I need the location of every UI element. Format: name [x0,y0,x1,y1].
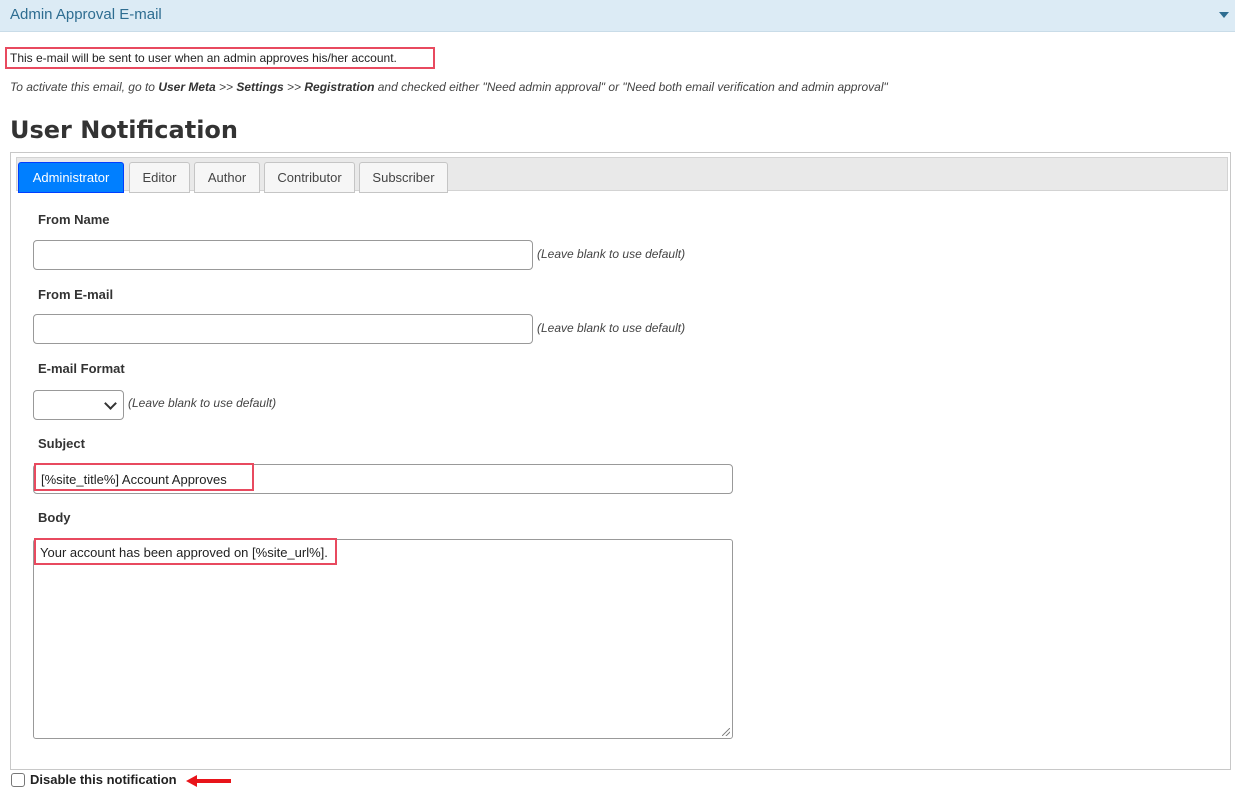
tab-editor[interactable]: Editor [129,162,190,193]
role-tab-bar: Administrator Editor Author Contributor … [16,157,1228,193]
tab-subscriber[interactable]: Subscriber [359,162,448,193]
email-format-label: E-mail Format [38,361,125,376]
from-name-input[interactable] [33,240,533,270]
hint-step-registration: Registration [304,80,375,94]
resize-grip-icon[interactable] [722,728,730,736]
subject-highlight-box [34,463,254,491]
hint-separator: >> [283,80,305,94]
intro-highlight-box [5,47,435,69]
email-format-help: (Leave blank to use default) [128,396,277,410]
from-email-label: From E-mail [38,287,114,302]
from-name-help: (Leave blank to use default) [537,247,686,261]
subject-label: Subject [38,436,85,451]
from-email-help: (Leave blank to use default) [537,321,686,335]
caret-down-icon[interactable] [1219,12,1229,18]
tab-contributor[interactable]: Contributor [264,162,355,193]
section-header-title: Admin Approval E-mail [10,6,162,23]
from-name-label: From Name [38,212,110,227]
hint-separator: >> [215,80,237,94]
from-email-input[interactable] [33,314,533,344]
arrow-left-shaft [196,779,231,783]
section-title: User Notification [10,116,238,144]
hint-step-settings: Settings [236,80,284,94]
disable-notification-checkbox[interactable] [11,773,25,787]
disable-notification-label[interactable]: Disable this notification [30,772,177,787]
tab-administrator[interactable]: Administrator [18,162,124,193]
chevron-down-icon [104,397,117,410]
body-label: Body [38,510,71,525]
hint-suffix: and checked either "Need admin approval"… [374,80,888,94]
hint-step-user-meta: User Meta [158,80,216,94]
body-highlight-box [34,538,337,565]
email-format-select[interactable] [33,390,124,420]
activation-hint: To activate this email, go to User Meta … [10,80,888,94]
notification-panel: Administrator Editor Author Contributor … [10,152,1231,770]
tab-author[interactable]: Author [194,162,260,193]
body-textarea[interactable]: Your account has been approved on [%site… [33,539,733,739]
section-header[interactable]: Admin Approval E-mail [0,0,1235,32]
hint-prefix: To activate this email, go to [10,80,159,94]
